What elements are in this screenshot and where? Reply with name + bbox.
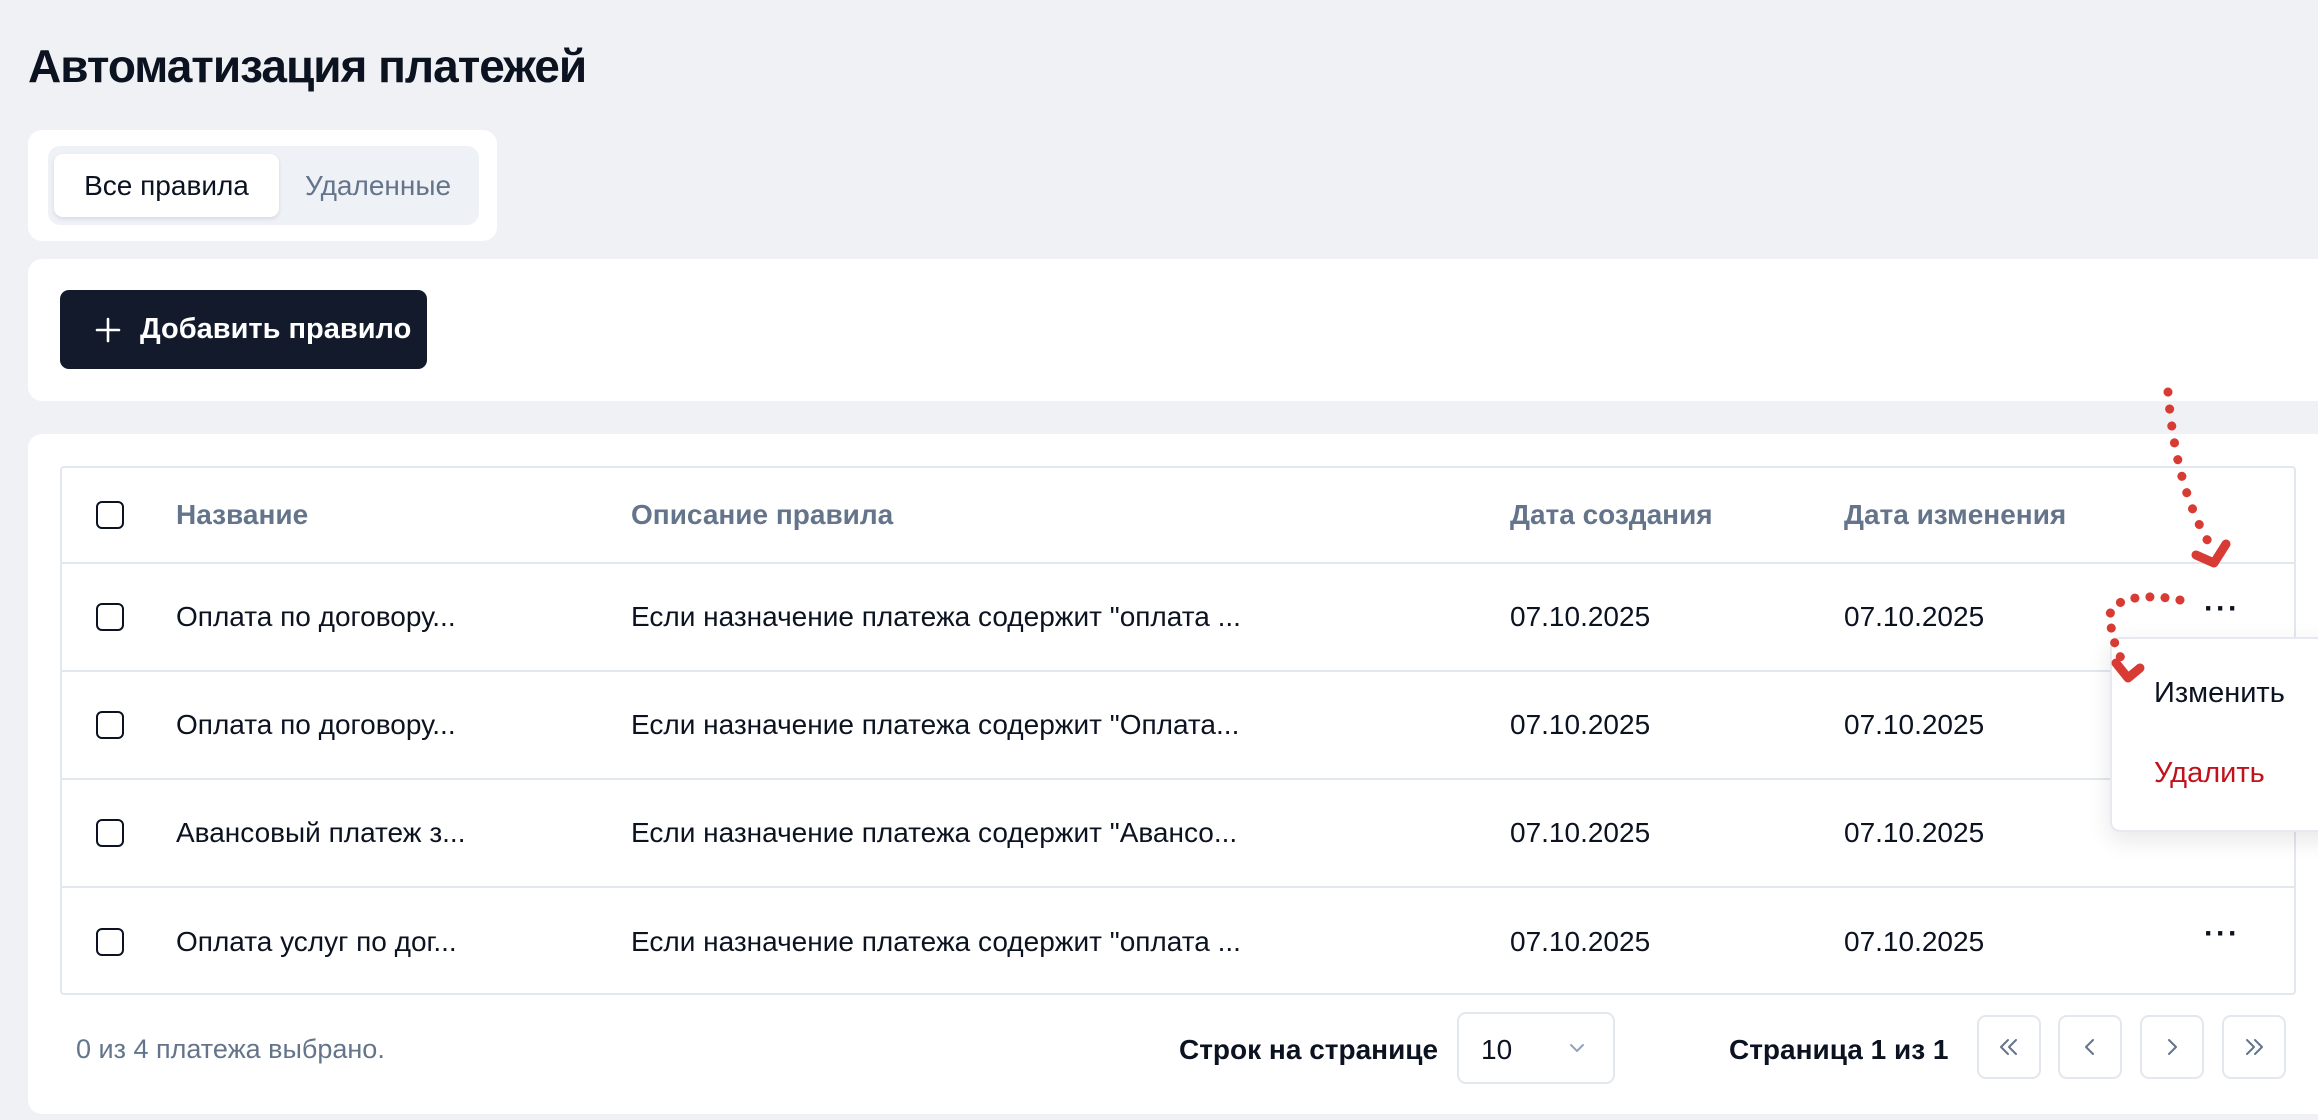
chevron-left-icon	[2085, 1039, 2094, 1055]
rows-per-page-value: 10	[1481, 1034, 1513, 1065]
table-row: Оплата по договору... Если назначение пл…	[62, 672, 2294, 780]
rule-description: Если назначение платежа содержит "оплата…	[631, 601, 1241, 632]
rule-description: Если назначение платежа содержит "Авансо…	[631, 817, 1238, 848]
row-context-menu: Изменить Удалить	[2110, 637, 2318, 832]
updated-date: 07.10.2025	[1844, 601, 1985, 632]
add-rule-label: Добавить правило	[140, 313, 412, 345]
page-title: Автоматизация платежей	[28, 40, 587, 92]
table-card: Название Описание правила Дата создания …	[28, 434, 2318, 1114]
table-row: Авансовый платеж з... Если назначение пл…	[62, 780, 2294, 888]
chevron-right-icon	[2168, 1039, 2177, 1055]
add-rule-button[interactable]: Добавить правило	[60, 290, 427, 369]
table-row: Оплата услуг по дог... Если назначение п…	[62, 888, 2294, 996]
tabs-card: Все правила Удаленные	[28, 130, 497, 241]
first-page-button[interactable]	[1977, 1015, 2041, 1079]
row-actions-menu-icon[interactable]: ···	[2204, 919, 2240, 949]
tabs-list: Все правила Удаленные	[48, 146, 479, 225]
row-checkbox[interactable]	[96, 711, 124, 739]
row-checkbox[interactable]	[96, 928, 124, 956]
updated-date: 07.10.2025	[1844, 926, 1985, 957]
row-checkbox[interactable]	[96, 603, 124, 631]
rows-per-page-select[interactable]: 10	[1457, 1012, 1615, 1084]
page-indicator: Страница 1 из 1	[1729, 1034, 1949, 1065]
rule-name: Оплата услуг по дог...	[176, 926, 457, 957]
rule-name: Оплата по договору...	[176, 601, 456, 632]
tab-all-rules[interactable]: Все правила	[54, 154, 279, 217]
rule-name: Оплата по договору...	[176, 709, 456, 740]
table-header: Название Описание правила Дата создания …	[62, 468, 2294, 564]
created-date: 07.10.2025	[1510, 601, 1651, 632]
edit-menu-item[interactable]: Изменить	[2154, 677, 2285, 710]
toolbar-card: Добавить правило	[28, 259, 2318, 401]
updated-date: 07.10.2025	[1844, 817, 1985, 848]
delete-menu-item[interactable]: Удалить	[2154, 757, 2265, 790]
column-header-updated[interactable]: Дата изменения	[1844, 468, 2066, 562]
row-checkbox[interactable]	[96, 819, 124, 847]
tab-deleted[interactable]: Удаленные	[288, 154, 468, 217]
rule-description: Если назначение платежа содержит "оплата…	[631, 926, 1241, 957]
rows-per-page-label: Строк на странице	[1179, 1034, 1439, 1065]
rule-description: Если назначение платежа содержит "Оплата…	[631, 709, 1240, 740]
row-actions-menu-icon[interactable]: ···	[2204, 594, 2240, 624]
chevrons-right-icon	[2246, 1039, 2263, 1055]
rule-name: Авансовый платеж з...	[176, 817, 466, 848]
column-header-created[interactable]: Дата создания	[1510, 468, 1713, 562]
created-date: 07.10.2025	[1510, 926, 1651, 957]
updated-date: 07.10.2025	[1844, 709, 1985, 740]
column-header-name[interactable]: Название	[176, 468, 308, 562]
column-header-description[interactable]: Описание правила	[631, 468, 893, 562]
select-all-checkbox[interactable]	[96, 501, 124, 529]
table-row: Оплата по договору... Если назначение пл…	[62, 564, 2294, 672]
created-date: 07.10.2025	[1510, 817, 1651, 848]
plus-icon	[95, 317, 121, 342]
rules-table: Название Описание правила Дата создания …	[60, 466, 2296, 995]
selection-count: 0 из 4 платежа выбрано.	[76, 1034, 385, 1064]
previous-page-button[interactable]	[2058, 1015, 2122, 1079]
created-date: 07.10.2025	[1510, 709, 1651, 740]
next-page-button[interactable]	[2140, 1015, 2204, 1079]
chevrons-left-icon	[2000, 1039, 2017, 1055]
chevron-down-icon	[1570, 1044, 1584, 1052]
last-page-button[interactable]	[2222, 1015, 2286, 1079]
